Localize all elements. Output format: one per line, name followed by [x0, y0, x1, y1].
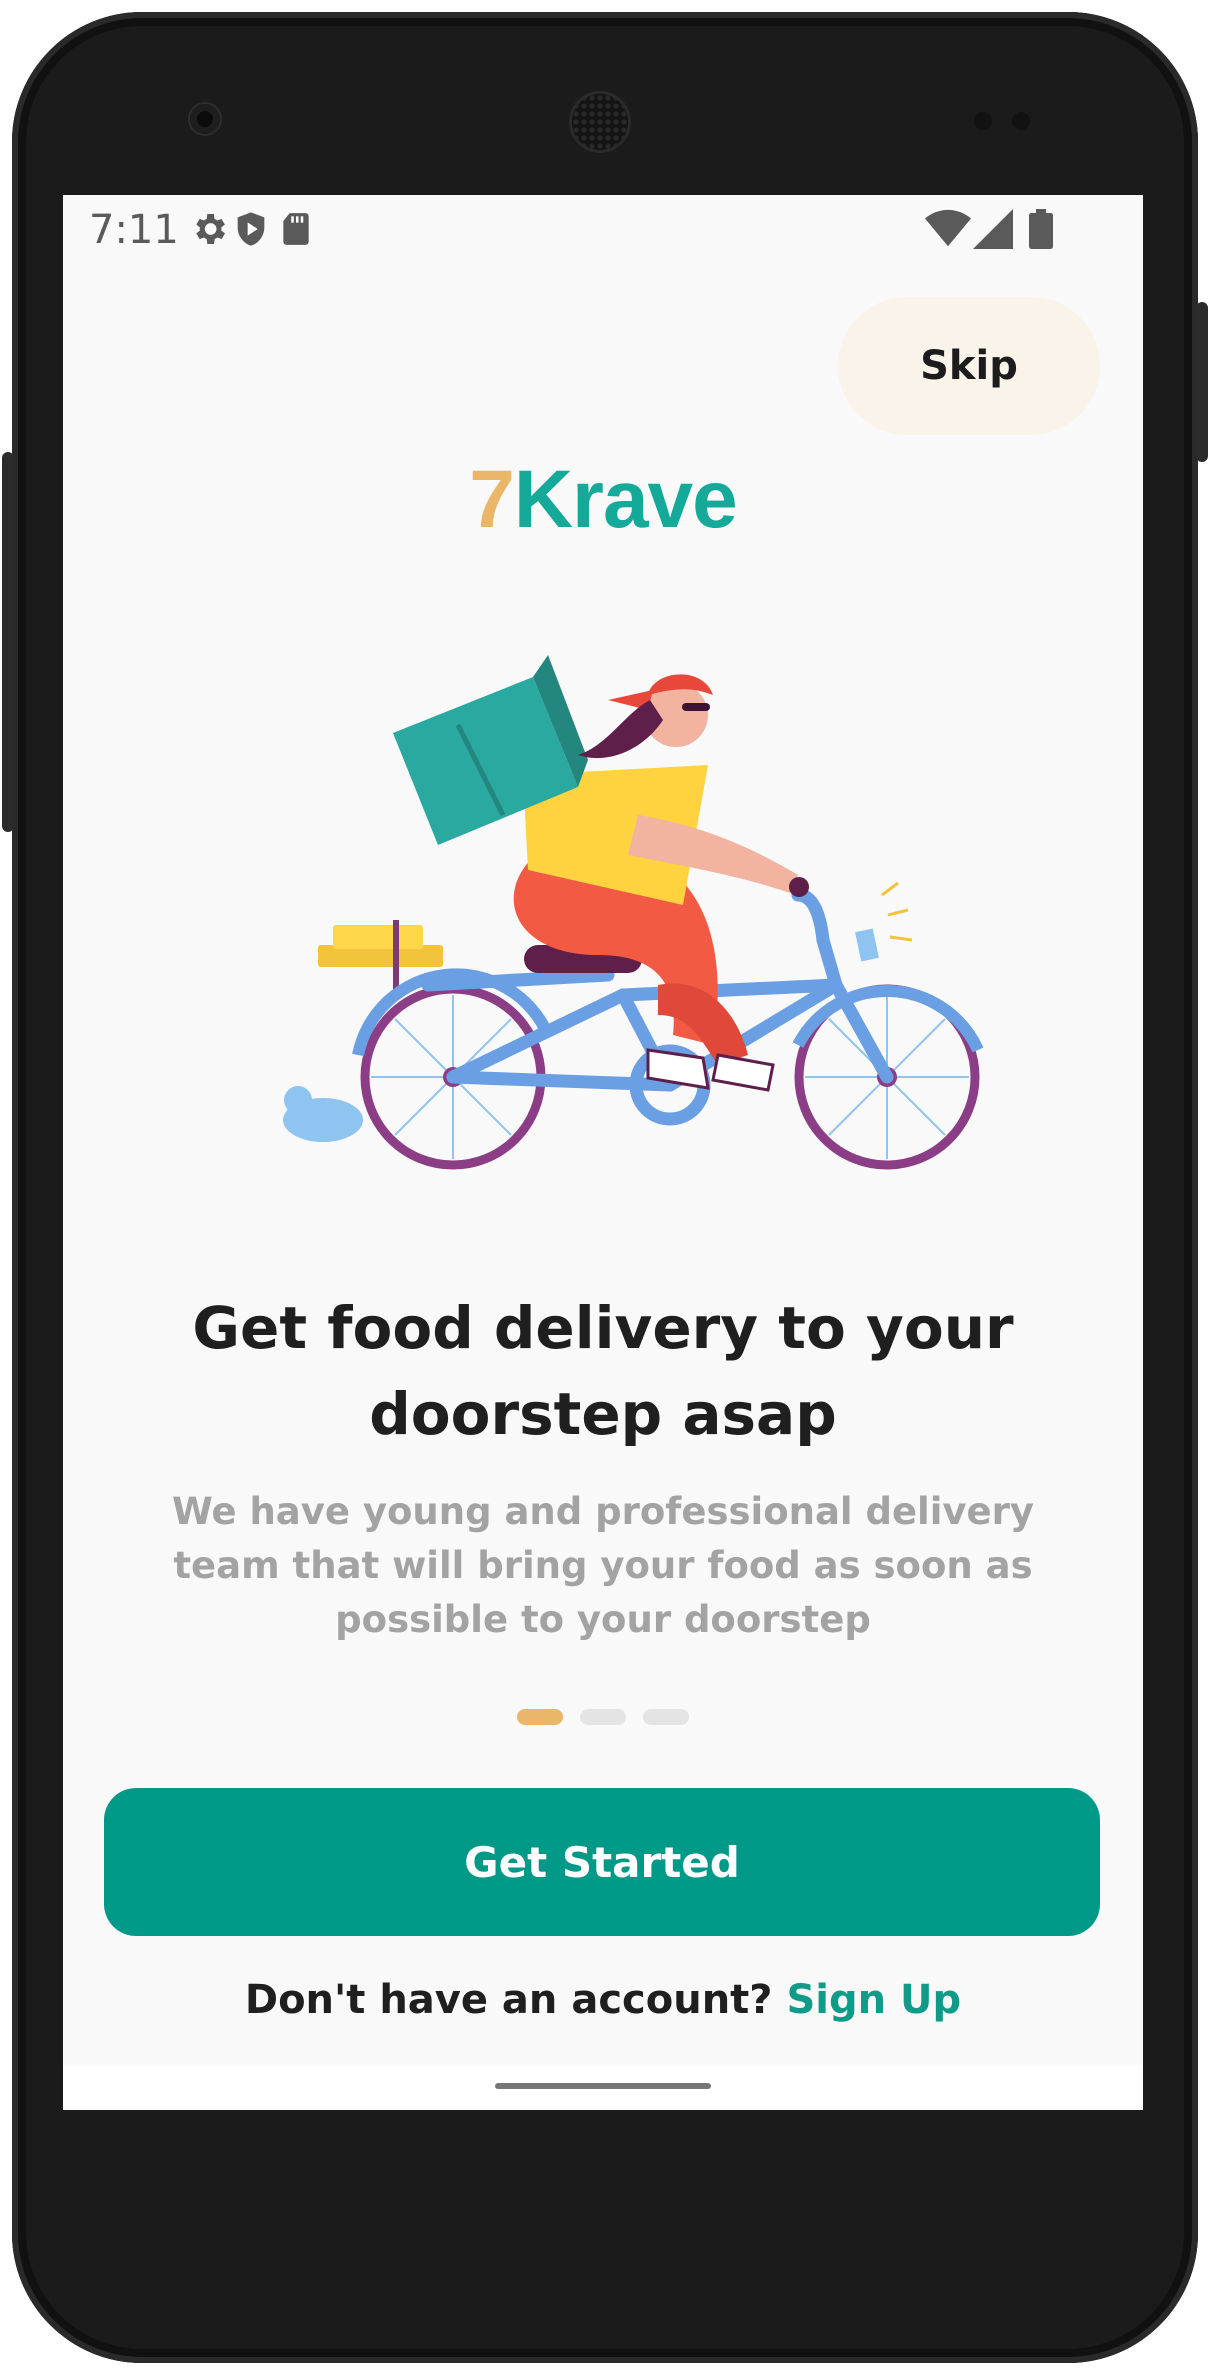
power-button [1196, 302, 1208, 462]
shield-play-icon [237, 212, 265, 246]
logo-brand: Krave [513, 454, 738, 545]
sign-up-link[interactable]: Sign Up [786, 1977, 961, 2023]
signup-prompt: Don't have an account? Sign Up [63, 1977, 1143, 2023]
battery-icon [1029, 209, 1053, 249]
page-dot-3[interactable] [643, 1709, 689, 1725]
sd-card-icon [283, 213, 309, 245]
logo-seven: 7 [469, 454, 515, 545]
light-sensor [1012, 112, 1030, 130]
onboarding-title: Get food delivery to your doorstep asap [192, 1294, 1014, 1448]
status-bar: 7:11 [63, 195, 1143, 267]
home-gesture-handle[interactable] [495, 2083, 711, 2089]
onboarding-subtitle: We have young and professional delivery … [171, 1490, 1035, 1641]
proximity-sensor [974, 112, 992, 130]
front-camera [190, 104, 220, 134]
account-prompt-text: Don't have an account? [244, 1977, 773, 2023]
page-dot-1[interactable] [517, 1709, 563, 1725]
settings-icon [196, 214, 225, 244]
app-logo: 7Krave [63, 453, 1143, 547]
app-screen: 7:11 Skip 7Krave Get food delivery to yo… [63, 195, 1143, 2110]
delivery-rider-illustration [283, 655, 984, 1170]
volume-button [2, 452, 14, 832]
earpiece-speaker [572, 94, 628, 150]
status-time: 7:11 [89, 207, 179, 253]
page-dot-2[interactable] [580, 1709, 626, 1725]
get-started-button[interactable]: Get Started [104, 1788, 1100, 1936]
navigation-bar [63, 2065, 1143, 2110]
skip-button[interactable]: Skip [838, 297, 1100, 435]
page-indicator [63, 1709, 1143, 1725]
wifi-icon [925, 209, 971, 247]
signal-icon [973, 209, 1013, 249]
